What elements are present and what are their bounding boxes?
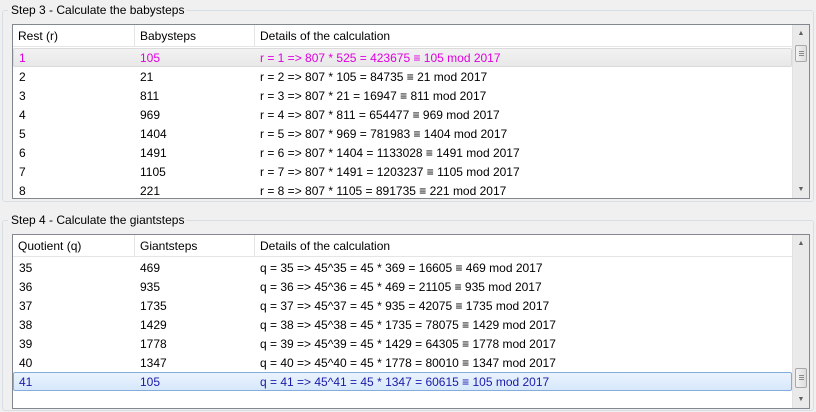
table-row[interactable]: 36 935 q = 36 => 45^36 = 45 * 469 = 2110… [13,277,792,296]
header-details[interactable]: Details of the calculation [255,25,795,47]
cell-babystep: 105 [140,51,161,65]
cell-quotient: 38 [19,318,33,332]
scroll-down-icon[interactable]: ▼ [793,181,809,198]
cell-details: q = 37 => 45^37 = 45 * 935 = 42075 ≡ 173… [260,299,550,313]
cell-giantstep: 1735 [140,299,167,313]
header-babysteps[interactable]: Babysteps [135,25,255,47]
table-row-selected[interactable]: 41 105 q = 41 => 45^41 = 45 * 1347 = 606… [13,372,792,391]
cell-details: q = 40 => 45^40 = 45 * 1778 = 80010 ≡ 13… [260,356,556,370]
table-row[interactable]: 4 969 r = 4 => 807 * 811 = 654477 ≡ 969 … [13,105,792,124]
table-row[interactable]: 5 1404 r = 5 => 807 * 969 = 781983 ≡ 140… [13,124,792,143]
cell-rest: 4 [19,108,26,122]
table-row[interactable]: 2 21 r = 2 => 807 * 105 = 84735 ≡ 21 mod… [13,67,792,86]
cell-quotient: 35 [19,261,33,275]
header-giantsteps[interactable]: Giantsteps [135,235,255,257]
cell-quotient: 40 [19,356,33,370]
cell-rest: 7 [19,165,26,179]
babysteps-rows: 1 105 r = 1 => 807 * 525 = 423675 ≡ 105 … [13,48,792,198]
cell-rest: 6 [19,146,26,160]
babysteps-header: Rest (r) Babysteps Details of the calcul… [13,25,792,47]
table-row[interactable]: 8 221 r = 8 => 807 * 1105 = 891735 ≡ 221… [13,181,792,198]
giantsteps-header: Quotient (q) Giantsteps Details of the c… [13,235,792,257]
cell-details: q = 41 => 45^41 = 45 * 1347 = 60615 ≡ 10… [260,375,550,389]
cell-details: q = 39 => 45^39 = 45 * 1429 = 64305 ≡ 17… [260,337,556,351]
scroll-thumb[interactable] [795,45,807,62]
babysteps-list[interactable]: Rest (r) Babysteps Details of the calcul… [12,24,810,199]
cell-rest: 3 [19,89,26,103]
cell-quotient: 39 [19,337,33,351]
cell-details: r = 8 => 807 * 1105 = 891735 ≡ 221 mod 2… [260,184,507,198]
cell-babystep: 1491 [140,146,167,160]
table-row[interactable]: 3 811 r = 3 => 807 * 21 = 16947 ≡ 811 mo… [13,86,792,105]
step4-group: Step 4 - Calculate the giantsteps Quotie… [0,212,816,411]
cell-details: r = 3 => 807 * 21 = 16947 ≡ 811 mod 2017 [260,89,487,103]
cell-babystep: 969 [140,108,161,122]
cell-babystep: 811 [140,89,160,103]
table-row[interactable]: 37 1735 q = 37 => 45^37 = 45 * 935 = 420… [13,296,792,315]
header-details[interactable]: Details of the calculation [255,235,795,257]
cell-details: r = 4 => 807 * 811 = 654477 ≡ 969 mod 20… [260,108,500,122]
header-rest[interactable]: Rest (r) [13,25,135,47]
cell-details: q = 36 => 45^36 = 45 * 469 = 21105 ≡ 935… [260,280,542,294]
cell-rest: 5 [19,127,26,141]
scroll-up-icon[interactable]: ▲ [793,25,809,42]
cell-giantstep: 1429 [140,318,167,332]
step3-group: Step 3 - Calculate the babysteps Rest (r… [0,2,816,202]
cell-quotient: 37 [19,299,33,313]
cell-details: q = 38 => 45^38 = 45 * 1735 = 78075 ≡ 14… [260,318,556,332]
cell-details: q = 35 => 45^35 = 45 * 369 = 16605 ≡ 469… [260,261,543,275]
table-row[interactable]: 38 1429 q = 38 => 45^38 = 45 * 1735 = 78… [13,315,792,334]
scroll-thumb[interactable] [795,368,807,388]
cell-giantstep: 1778 [140,337,167,351]
table-row[interactable]: 7 1105 r = 7 => 807 * 1491 = 1203237 ≡ 1… [13,162,792,181]
cell-babystep: 1404 [140,127,167,141]
cell-babystep: 1105 [140,165,166,179]
cell-giantstep: 105 [140,375,161,389]
giantsteps-list[interactable]: Quotient (q) Giantsteps Details of the c… [12,234,810,409]
babysteps-scrollbar[interactable]: ▲ ▼ [792,25,809,198]
giantsteps-scrollbar[interactable]: ▲ ▼ [792,235,809,408]
step4-group-title: Step 4 - Calculate the giantsteps [8,212,187,228]
cell-rest: 8 [19,184,26,198]
cell-quotient: 36 [19,280,33,294]
giantsteps-rows: 35 469 q = 35 => 45^35 = 45 * 369 = 1660… [13,258,792,391]
cell-details: r = 7 => 807 * 1491 = 1203237 ≡ 1105 mod… [260,165,520,179]
cell-babystep: 221 [140,184,161,198]
cell-rest: 1 [19,51,26,65]
cell-details: r = 6 => 807 * 1404 = 1133028 ≡ 1491 mod… [260,146,520,160]
scroll-down-icon[interactable]: ▼ [793,391,809,408]
cell-babystep: 21 [140,70,154,84]
table-row[interactable]: 35 469 q = 35 => 45^35 = 45 * 369 = 1660… [13,258,792,277]
cell-giantstep: 935 [140,280,161,294]
cell-details: r = 1 => 807 * 525 = 423675 ≡ 105 mod 20… [260,51,501,65]
step3-group-title: Step 3 - Calculate the babysteps [8,2,187,18]
cell-quotient: 41 [19,375,33,389]
table-row[interactable]: 40 1347 q = 40 => 45^40 = 45 * 1778 = 80… [13,353,792,372]
table-row[interactable]: 6 1491 r = 6 => 807 * 1404 = 1133028 ≡ 1… [13,143,792,162]
cell-details: r = 5 => 807 * 969 = 781983 ≡ 1404 mod 2… [260,127,508,141]
table-row[interactable]: 39 1778 q = 39 => 45^39 = 45 * 1429 = 64… [13,334,792,353]
cell-giantstep: 1347 [140,356,167,370]
header-quotient[interactable]: Quotient (q) [13,235,135,257]
scroll-up-icon[interactable]: ▲ [793,235,809,252]
cell-details: r = 2 => 807 * 105 = 84735 ≡ 21 mod 2017 [260,70,488,84]
table-row[interactable]: 1 105 r = 1 => 807 * 525 = 423675 ≡ 105 … [13,48,792,67]
cell-giantstep: 469 [140,261,161,275]
cell-rest: 2 [19,70,26,84]
